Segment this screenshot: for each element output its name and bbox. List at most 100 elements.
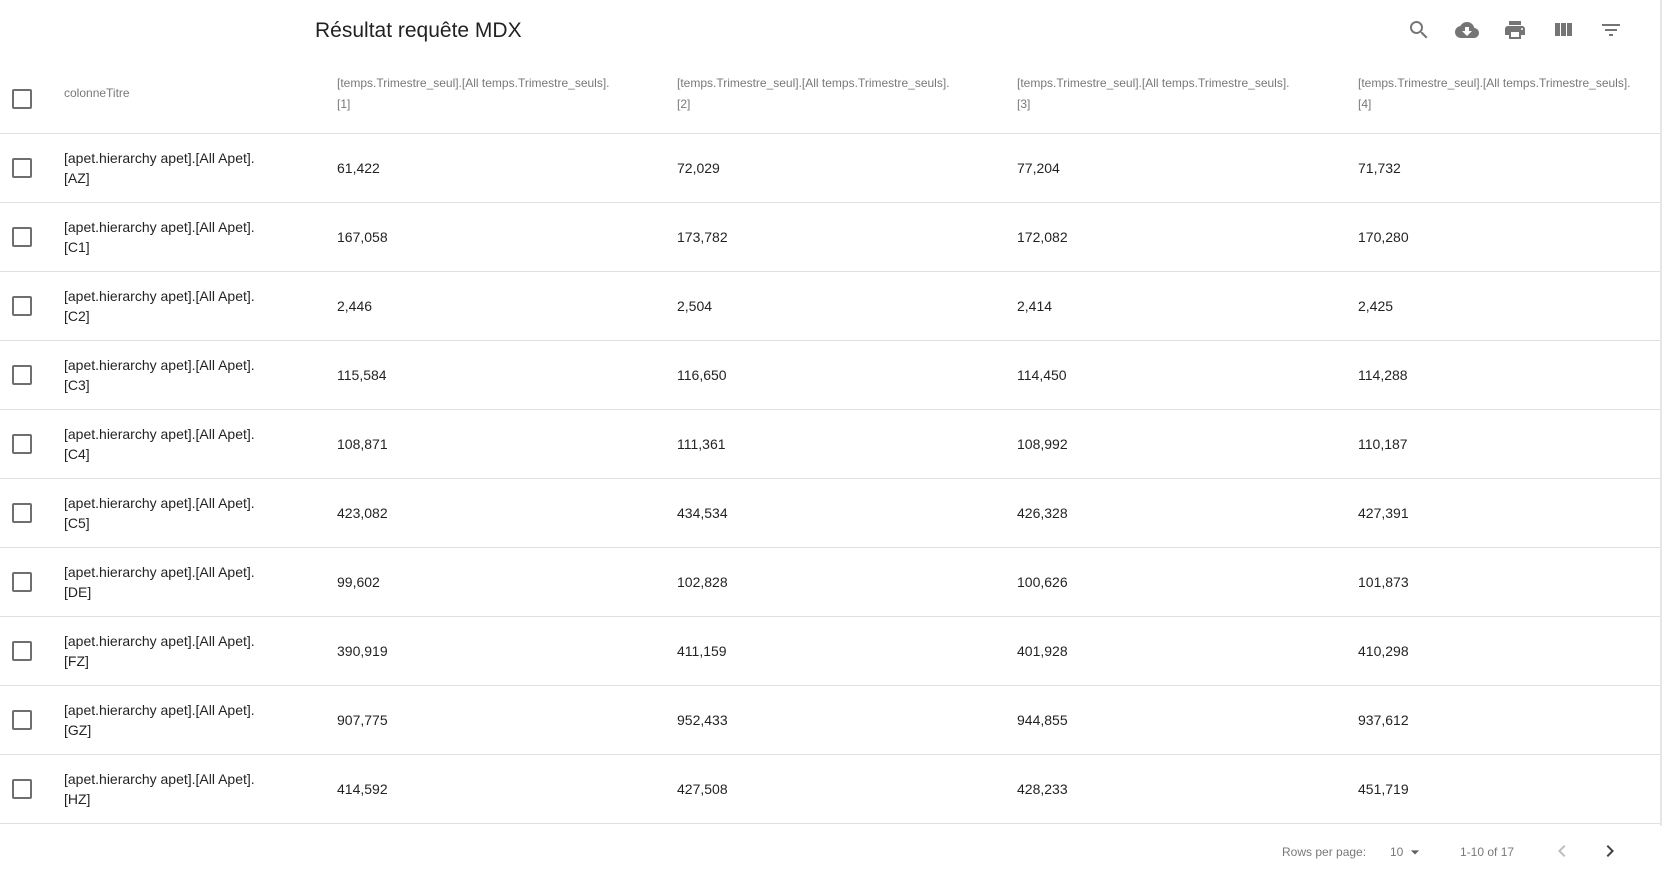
column-header-text: [temps.Trimestre_seul].[All temps.Trimes… xyxy=(1358,76,1631,90)
row-title-cell: [apet.hierarchy apet].[All Apet]. [GZ] xyxy=(64,700,255,740)
table-cell: 99,602 xyxy=(337,574,380,590)
page-title: Résultat requête MDX xyxy=(315,19,522,42)
row-title-line: [DE] xyxy=(64,584,92,600)
table-cell: 111,361 xyxy=(677,436,726,452)
column-header[interactable]: [temps.Trimestre_seul].[All temps.Trimes… xyxy=(337,73,610,115)
table-row[interactable]: [apet.hierarchy apet].[All Apet]. [C2] 2,4… xyxy=(0,272,1660,341)
chevron-right-icon xyxy=(1606,845,1614,857)
row-title-cell: [apet.hierarchy apet].[All Apet]. [C1] xyxy=(64,217,255,257)
column-header-text: colonneTitre xyxy=(64,86,130,100)
row-title-line: [HZ] xyxy=(64,791,91,807)
row-title-line: [apet.hierarchy apet].[All Apet]. xyxy=(64,357,255,373)
table-cell: 101,873 xyxy=(1358,574,1409,590)
table-cell: 172,082 xyxy=(1017,229,1068,245)
pagination-range: 1-10 of 17 xyxy=(1460,845,1515,859)
table-cell: 2,446 xyxy=(337,298,373,314)
table-row[interactable]: [apet.hierarchy apet].[All Apet]. [C3] 115… xyxy=(0,341,1660,410)
table-cell: 451,719 xyxy=(1358,781,1409,797)
table-cell: 72,029 xyxy=(677,160,720,176)
row-checkbox[interactable] xyxy=(12,641,32,661)
row-checkbox[interactable] xyxy=(12,365,32,385)
row-title-line: [apet.hierarchy apet].[All Apet]. xyxy=(64,633,255,649)
table-row[interactable]: [apet.hierarchy apet].[All Apet]. [C4] 108… xyxy=(0,410,1660,479)
row-title-line: [apet.hierarchy apet].[All Apet]. xyxy=(64,495,255,511)
row-title-cell: [apet.hierarchy apet].[All Apet]. [C3] xyxy=(64,355,255,395)
table-cell: 2,414 xyxy=(1017,298,1053,314)
table-row[interactable]: [apet.hierarchy apet].[All Apet]. [HZ] 414… xyxy=(0,755,1660,824)
filter-icon[interactable] xyxy=(1596,15,1626,45)
row-title-line: [apet.hierarchy apet].[All Apet]. xyxy=(64,150,255,166)
table-row[interactable]: [apet.hierarchy apet].[All Apet]. [GZ] 907… xyxy=(0,686,1660,755)
row-title-line: [apet.hierarchy apet].[All Apet]. xyxy=(64,219,255,235)
previous-page-button[interactable] xyxy=(1547,836,1577,866)
table-cell: 108,871 xyxy=(337,436,388,452)
row-title-cell: [apet.hierarchy apet].[All Apet]. [C4] xyxy=(64,424,255,464)
row-title-cell: [apet.hierarchy apet].[All Apet]. [DE] xyxy=(64,562,255,602)
table-cell: 110,187 xyxy=(1358,436,1408,452)
table-cell: 426,328 xyxy=(1017,505,1068,521)
row-checkbox[interactable] xyxy=(12,503,32,523)
column-header[interactable]: colonneTitre xyxy=(64,83,130,104)
table-cell: 2,504 xyxy=(677,298,713,314)
table-row[interactable]: [apet.hierarchy apet].[All Apet]. [C1] 167… xyxy=(0,203,1660,272)
table-cell: 115,584 xyxy=(337,367,387,383)
table-cell: 100,626 xyxy=(1017,574,1068,590)
row-checkbox[interactable] xyxy=(12,434,32,454)
rows-per-page-select[interactable]: 10 xyxy=(1390,840,1425,864)
column-header-text: [2] xyxy=(677,97,691,111)
column-header[interactable]: [temps.Trimestre_seul].[All temps.Trimes… xyxy=(1017,73,1290,115)
table-cell: 952,433 xyxy=(677,712,728,728)
next-page-button[interactable] xyxy=(1595,836,1625,866)
search-icon[interactable] xyxy=(1404,15,1434,45)
row-title-line: [C5] xyxy=(64,515,90,531)
table-cell: 2,425 xyxy=(1358,298,1394,314)
select-all-checkbox[interactable] xyxy=(12,89,32,109)
table-pagination: Rows per page: 10 1-10 of 17 xyxy=(0,826,1662,872)
table-row[interactable]: [apet.hierarchy apet].[All Apet]. [AZ] 61,… xyxy=(0,134,1660,203)
row-title-line: [apet.hierarchy apet].[All Apet]. xyxy=(64,702,255,718)
table-cell: 907,775 xyxy=(337,712,388,728)
row-title-cell: [apet.hierarchy apet].[All Apet]. [HZ] xyxy=(64,769,255,809)
table-row[interactable]: [apet.hierarchy apet].[All Apet]. [FZ] 390… xyxy=(0,617,1660,686)
table-row[interactable]: [apet.hierarchy apet].[All Apet]. [DE] 99,… xyxy=(0,548,1660,617)
table-row[interactable]: [apet.hierarchy apet].[All Apet]. [C5] 423… xyxy=(0,479,1660,548)
table-cell: 167,058 xyxy=(337,229,388,245)
table-cell: 77,204 xyxy=(1017,160,1060,176)
column-header[interactable]: [temps.Trimestre_seul].[All temps.Trimes… xyxy=(1358,73,1631,115)
row-title-line: [apet.hierarchy apet].[All Apet]. xyxy=(64,426,255,442)
row-title-cell: [apet.hierarchy apet].[All Apet]. [C2] xyxy=(64,286,255,326)
table-cell: 411,159 xyxy=(677,643,727,659)
column-header[interactable]: [temps.Trimestre_seul].[All temps.Trimes… xyxy=(677,73,950,115)
row-title-line: [AZ] xyxy=(64,170,90,186)
table-cell: 427,391 xyxy=(1358,505,1409,521)
row-checkbox[interactable] xyxy=(12,296,32,316)
table-cell: 434,534 xyxy=(677,505,728,521)
row-title-line: [GZ] xyxy=(64,722,92,738)
row-checkbox[interactable] xyxy=(12,227,32,247)
rows-per-page-label: Rows per page: xyxy=(1282,845,1367,859)
table-cell: 401,928 xyxy=(1017,643,1068,659)
column-header-text: [3] xyxy=(1017,97,1031,111)
column-header-text: [1] xyxy=(337,97,351,111)
column-header-text: [4] xyxy=(1358,97,1372,111)
download-icon[interactable] xyxy=(1452,15,1482,45)
table-cell: 944,855 xyxy=(1017,712,1068,728)
row-title-line: [C4] xyxy=(64,446,90,462)
chevron-down-icon xyxy=(1411,850,1420,855)
table-cell: 173,782 xyxy=(677,229,728,245)
row-checkbox[interactable] xyxy=(12,158,32,178)
view-columns-icon[interactable] xyxy=(1548,15,1578,45)
row-title-line: [C2] xyxy=(64,308,90,324)
print-icon[interactable] xyxy=(1500,15,1530,45)
row-checkbox[interactable] xyxy=(12,779,32,799)
row-checkbox[interactable] xyxy=(12,710,32,730)
table-cell: 428,233 xyxy=(1017,781,1068,797)
table-cell: 102,828 xyxy=(677,574,728,590)
table-cell: 410,298 xyxy=(1358,643,1409,659)
row-title-line: [apet.hierarchy apet].[All Apet]. xyxy=(64,288,255,304)
column-header-text: [temps.Trimestre_seul].[All temps.Trimes… xyxy=(1017,76,1290,90)
table-cell: 427,508 xyxy=(677,781,728,797)
chevron-left-icon xyxy=(1558,845,1566,857)
row-checkbox[interactable] xyxy=(12,572,32,592)
column-header-text: [temps.Trimestre_seul].[All temps.Trimes… xyxy=(677,76,950,90)
